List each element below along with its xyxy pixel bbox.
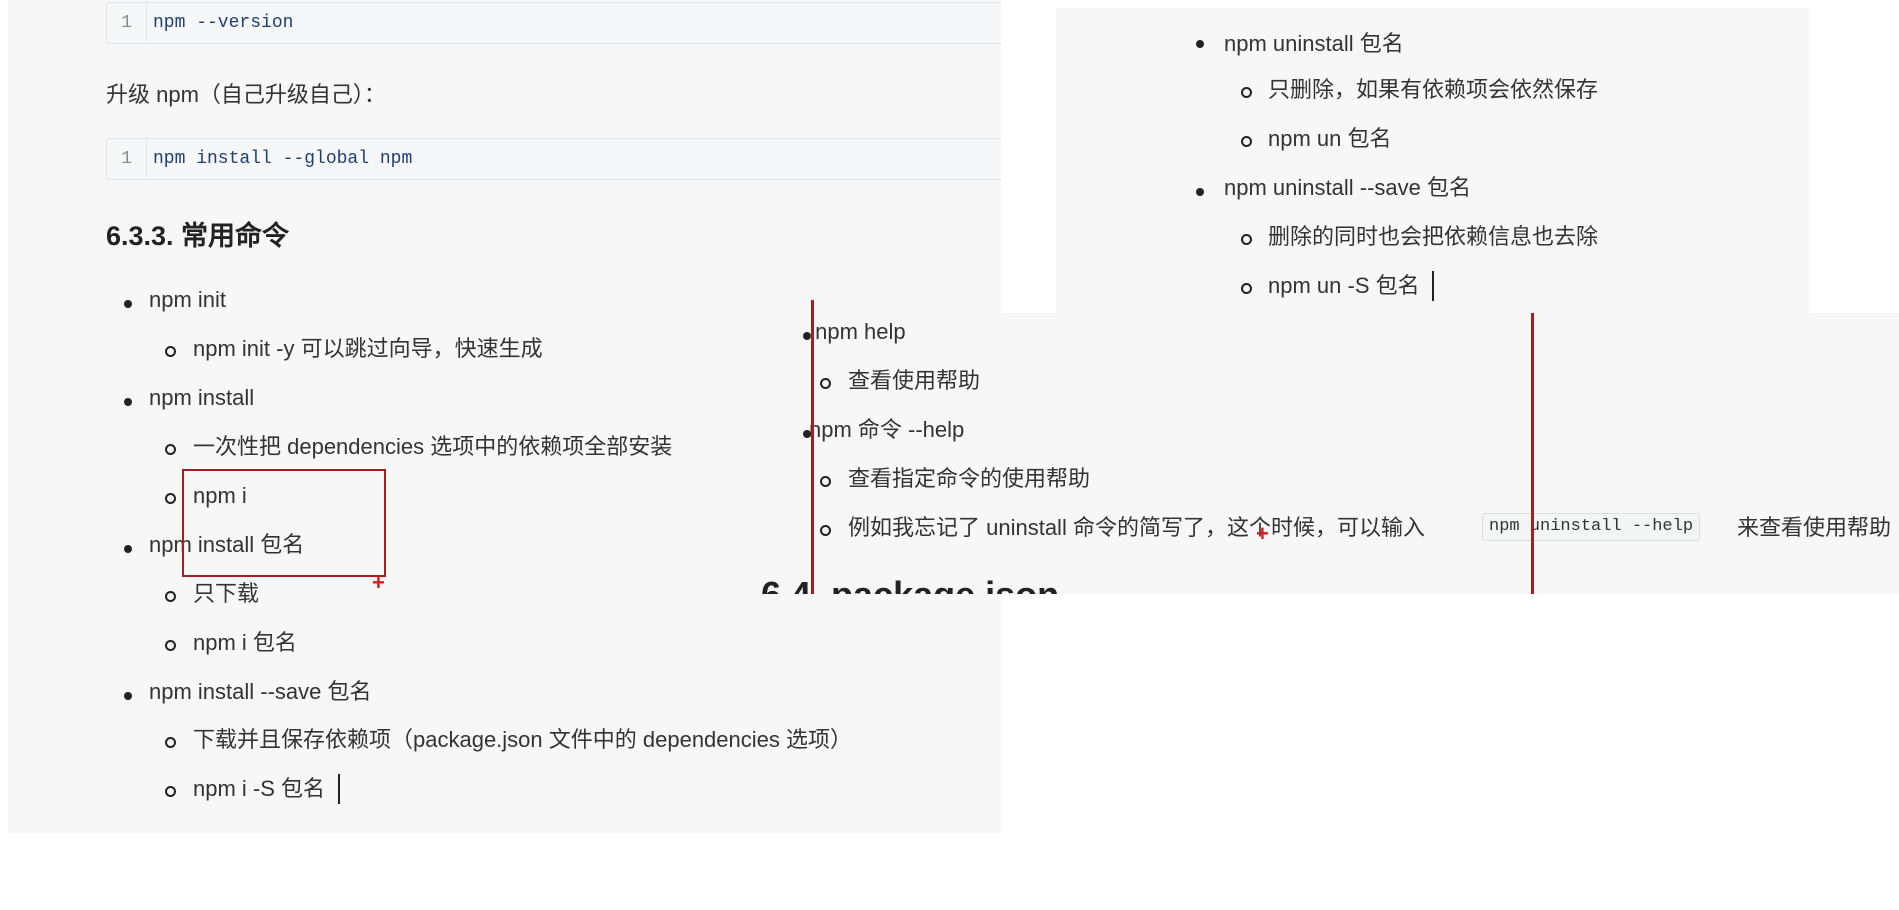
list-item: npm 命令 --help (809, 417, 965, 442)
list-item: npm install --save 包名 (149, 679, 372, 704)
line-number: 1 (107, 3, 147, 43)
annotation-plus-icon: + (372, 570, 385, 595)
code-block-upgrade: 1 npm install --global npm (106, 138, 1001, 180)
list-item: npm uninstall --save 包名 (1224, 175, 1471, 200)
list-item: npm init -y 可以跳过向导，快速生成 (193, 336, 543, 361)
annotation-rectangle (182, 469, 386, 577)
bullet-circle (165, 786, 176, 797)
list-item: npm un 包名 (1268, 126, 1392, 151)
bullet-disc (124, 398, 132, 406)
list-item: 只下载 (193, 581, 260, 606)
partial-heading: 6.4. package.json (761, 575, 1059, 594)
bullet-circle (820, 476, 831, 487)
list-item: 一次性把 dependencies 选项中的依赖项全部安装 (193, 434, 673, 459)
list-item-text: npm help (815, 319, 906, 344)
bullet-disc (124, 300, 132, 308)
list-item: 下载并且保存依赖项（package.json 文件中的 dependencies… (193, 727, 852, 752)
bullet-disc (124, 545, 132, 553)
bullet-circle (1241, 234, 1252, 245)
bullet-disc (1196, 40, 1204, 48)
line-number: 1 (107, 139, 147, 179)
bullet-disc (1196, 188, 1204, 196)
code-line: npm --version (153, 13, 294, 33)
bullet-circle (1241, 283, 1252, 294)
section-heading: 6.3.3. 常用命令 (106, 221, 290, 251)
list-item: npm install (149, 385, 255, 410)
list-item: npm un -S 包名 (1268, 273, 1420, 298)
annotation-vertical-line (811, 300, 814, 594)
list-item: npm i 包名 (193, 630, 297, 655)
bullet-circle (165, 591, 176, 602)
example-text: 例如我忘记了 uninstall 命令的简写了，这个时候，可以输入 (848, 515, 1425, 540)
list-item: 查看指定命令的使用帮助 (848, 466, 1091, 491)
bullet-circle (165, 640, 176, 651)
text-cursor (338, 774, 340, 804)
upgrade-text: 升级 npm（自己升级自己）： (106, 82, 386, 107)
list-item: npm i -S 包名 (193, 776, 326, 801)
list-item: npm init (149, 287, 227, 312)
bullet-circle (165, 493, 176, 504)
bullet-circle (1241, 136, 1252, 147)
inline-code: npm uninstall --help (1482, 513, 1701, 541)
list-item: 查看使用帮助 (848, 368, 981, 393)
text-cursor (1432, 271, 1434, 301)
bullet-circle (820, 525, 831, 536)
bullet-circle (165, 346, 176, 357)
annotation-vertical-line (1531, 313, 1534, 594)
code-block-version: 1 npm --version (106, 2, 1001, 44)
list-item: npm help (803, 318, 906, 346)
bullet-disc (124, 692, 132, 700)
right-document-panel: npm uninstall 包名 只删除，如果有依赖项会依然保存 npm un … (1056, 8, 1809, 313)
list-item: 只删除，如果有依赖项会依然保存 (1268, 77, 1599, 102)
list-item: npm uninstall 包名 (1224, 31, 1404, 56)
code-line: npm install --global npm (153, 149, 413, 169)
bullet-circle (165, 444, 176, 455)
bullet-circle (1241, 87, 1252, 98)
example-suffix: 来查看使用帮助 (1737, 515, 1892, 540)
bullet-circle (820, 378, 831, 389)
annotation-plus-icon: + (1256, 521, 1269, 546)
bullet-circle (165, 737, 176, 748)
middle-document-panel: 6.4. package.json npm help 查看使用帮助 npm 命令… (747, 313, 1899, 594)
list-item: 删除的同时也会把依赖信息也去除 (1268, 224, 1599, 249)
